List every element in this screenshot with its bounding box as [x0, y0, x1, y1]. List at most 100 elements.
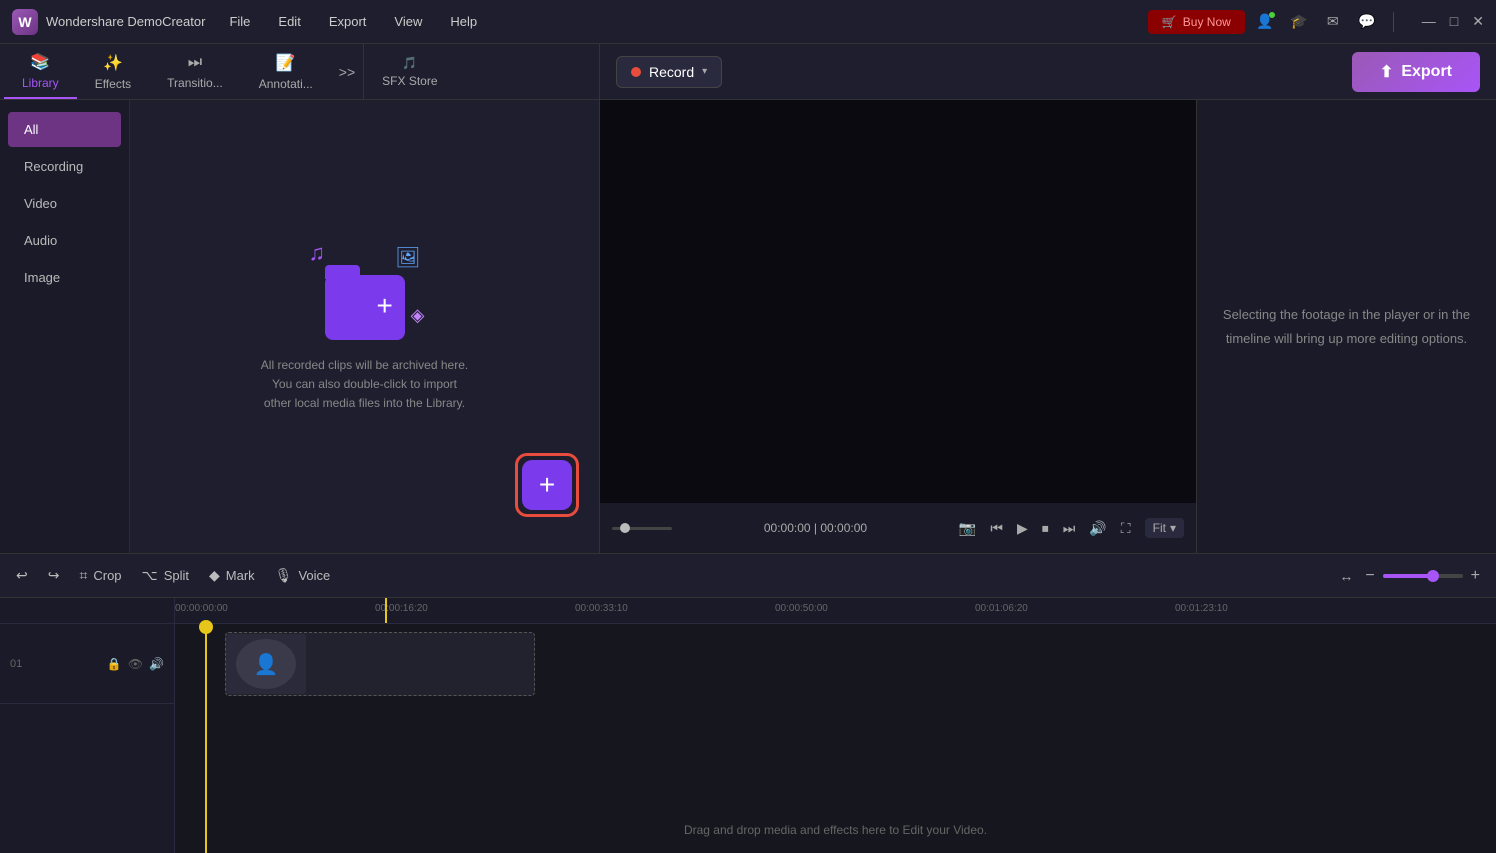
- tab-library[interactable]: 📚 Library: [4, 44, 77, 99]
- diamond-icon: ◈: [411, 305, 425, 326]
- tab-transitions[interactable]: ⏭ Transitio...: [149, 44, 241, 99]
- media-desc-line2: You can also double-click to import: [272, 377, 457, 391]
- screenshot-button[interactable]: 📷: [959, 520, 976, 537]
- split-label: Split: [164, 568, 189, 583]
- step-forward-button[interactable]: ⏭: [1063, 520, 1076, 537]
- zoom-out-button[interactable]: −: [1365, 567, 1374, 585]
- library-tab-icon: 📚: [30, 52, 50, 72]
- header-icons: 👤 🎓 ✉ 💬: [1255, 12, 1377, 32]
- title-bar: W Wondershare DemoCreator File Edit Expo…: [0, 0, 1496, 44]
- effects-tab-label: Effects: [95, 77, 131, 91]
- window-controls: — □ ✕: [1422, 13, 1484, 30]
- step-back-button[interactable]: ⏮: [990, 520, 1003, 537]
- sidebar-item-all[interactable]: All: [8, 112, 121, 147]
- menu-view[interactable]: View: [390, 12, 426, 31]
- playhead-ruler: [385, 598, 387, 623]
- zoom-slider[interactable]: [1383, 574, 1463, 578]
- import-button-container: +: [515, 453, 579, 517]
- menu-edit[interactable]: Edit: [274, 12, 304, 31]
- video-clip[interactable]: 👤: [225, 632, 535, 696]
- menu-help[interactable]: Help: [446, 12, 481, 31]
- properties-hint-text: Selecting the footage in the player or i…: [1217, 303, 1476, 350]
- minimize-button[interactable]: —: [1422, 13, 1436, 30]
- sidebar-item-recording[interactable]: Recording: [8, 149, 121, 184]
- play-button[interactable]: ▶: [1017, 520, 1028, 537]
- track-number: 01: [10, 658, 22, 670]
- close-button[interactable]: ✕: [1472, 13, 1484, 30]
- timeline-right-tools: ↔ − +: [1339, 567, 1480, 585]
- playhead-head: [199, 620, 213, 634]
- import-media-button[interactable]: +: [522, 460, 572, 510]
- logo-icon: W: [12, 9, 38, 35]
- sidebar-panel: All Recording Video Audio Image ♫: [0, 100, 599, 553]
- track-audio-icon[interactable]: 🔊: [149, 657, 164, 671]
- sidebar-item-image[interactable]: Image: [8, 260, 121, 295]
- stop-button[interactable]: ⏹: [1042, 520, 1049, 537]
- export-button[interactable]: ⬆ Export: [1352, 52, 1480, 92]
- annotations-tab-label: Annotati...: [259, 77, 313, 91]
- clip-thumbnail: 👤: [226, 634, 306, 694]
- mail-icon[interactable]: ✉: [1323, 12, 1343, 32]
- fullscreen-button[interactable]: ⛶: [1121, 520, 1131, 537]
- crop-label: Crop: [93, 568, 121, 583]
- sidebar-item-audio[interactable]: Audio: [8, 223, 121, 258]
- sidebar-item-recording-label: Recording: [24, 159, 83, 174]
- annotations-tab-icon: 📝: [276, 53, 296, 73]
- preview-canvas[interactable]: [600, 100, 1196, 503]
- preview-properties: 00:00:00 | 00:00:00 📷 ⏮ ▶ ⏹ ⏭ 🔊 ⛶ Fit ▾: [600, 100, 1496, 553]
- zoom-in-button[interactable]: +: [1471, 567, 1480, 585]
- tab-more-button[interactable]: >>: [331, 64, 363, 80]
- fit-button[interactable]: Fit ▾: [1145, 518, 1184, 538]
- transitions-tab-label: Transitio...: [167, 76, 223, 90]
- mark-label: Mark: [226, 568, 255, 583]
- ruler-mark-5: 00:01:23:10: [1175, 603, 1228, 614]
- tracks-content-area: 00:00:00:00 00:00:16:20 00:00:33:10 00:0…: [175, 598, 1496, 853]
- timeline-toolbar: ↩ ↪ ⌗ Crop ⌥ Split ◆ Mark 🎙 Voice ↔ −: [0, 554, 1496, 598]
- record-chevron-icon: ▾: [702, 66, 707, 77]
- ruler-mark-1: 00:00:16:20: [375, 603, 428, 614]
- menu-file[interactable]: File: [225, 12, 254, 31]
- zoom-control: − +: [1365, 567, 1480, 585]
- ruler-label-spacer: [0, 598, 174, 624]
- mark-tool[interactable]: ◆ Mark: [209, 567, 255, 584]
- app-name: Wondershare DemoCreator: [46, 14, 205, 29]
- chat-icon[interactable]: 💬: [1357, 12, 1377, 32]
- split-tool[interactable]: ⌥ Split: [142, 567, 189, 584]
- redo-icon: ↪: [48, 567, 60, 584]
- menu-export[interactable]: Export: [325, 12, 371, 31]
- tab-annotations[interactable]: 📝 Annotati...: [241, 44, 331, 99]
- sidebar-item-video[interactable]: Video: [8, 186, 121, 221]
- buy-now-label: Buy Now: [1183, 15, 1231, 29]
- effects-tab-icon: ✨: [103, 53, 123, 73]
- mark-icon: ◆: [209, 567, 220, 584]
- crop-tool[interactable]: ⌗ Crop: [79, 567, 121, 584]
- buy-now-button[interactable]: 🛒 Buy Now: [1148, 10, 1245, 34]
- voice-tool[interactable]: 🎙 Voice: [275, 567, 331, 584]
- tab-sfxstore[interactable]: 🎵 SFX Store: [363, 44, 455, 99]
- undo-button[interactable]: ↩: [16, 567, 28, 584]
- drag-drop-hint: Drag and drop media and effects here to …: [684, 823, 987, 837]
- track-lock-icon[interactable]: 🔒: [107, 657, 122, 671]
- voice-label: Voice: [298, 568, 330, 583]
- media-area: ♫ 🖼 + ◈ All recorded clips will be archi…: [130, 100, 599, 553]
- record-button[interactable]: Record ▾: [616, 56, 722, 88]
- title-bar-right: 🛒 Buy Now 👤 🎓 ✉ 💬 — □ ✕: [1148, 10, 1484, 34]
- sidebar-item-video-label: Video: [24, 196, 57, 211]
- volume-button[interactable]: 🔊: [1089, 520, 1106, 537]
- music-note-icon: ♫: [309, 240, 326, 266]
- fit-timeline-button[interactable]: ↔: [1339, 568, 1353, 584]
- main-area: 📚 Library ✨ Effects ⏭ Transitio... 📝 Ann…: [0, 44, 1496, 553]
- tab-bar: 📚 Library ✨ Effects ⏭ Transitio... 📝 Ann…: [0, 44, 599, 100]
- track-visibility-icon[interactable]: 👁: [128, 657, 143, 671]
- account-icon[interactable]: 👤: [1255, 12, 1275, 32]
- redo-button[interactable]: ↪: [48, 567, 60, 584]
- sidebar-item-image-label: Image: [24, 270, 60, 285]
- tracks-content[interactable]: 👤 Drag and drop media and effects here t…: [175, 624, 1496, 853]
- ruler-mark-0: 00:00:00:00: [175, 603, 228, 614]
- playback-bar[interactable]: [612, 527, 672, 530]
- crop-icon: ⌗: [79, 567, 87, 584]
- maximize-button[interactable]: □: [1450, 13, 1458, 30]
- tutorial-icon[interactable]: 🎓: [1289, 12, 1309, 32]
- tab-effects[interactable]: ✨ Effects: [77, 44, 149, 99]
- top-bar: Record ▾ ⬆ Export: [600, 44, 1496, 100]
